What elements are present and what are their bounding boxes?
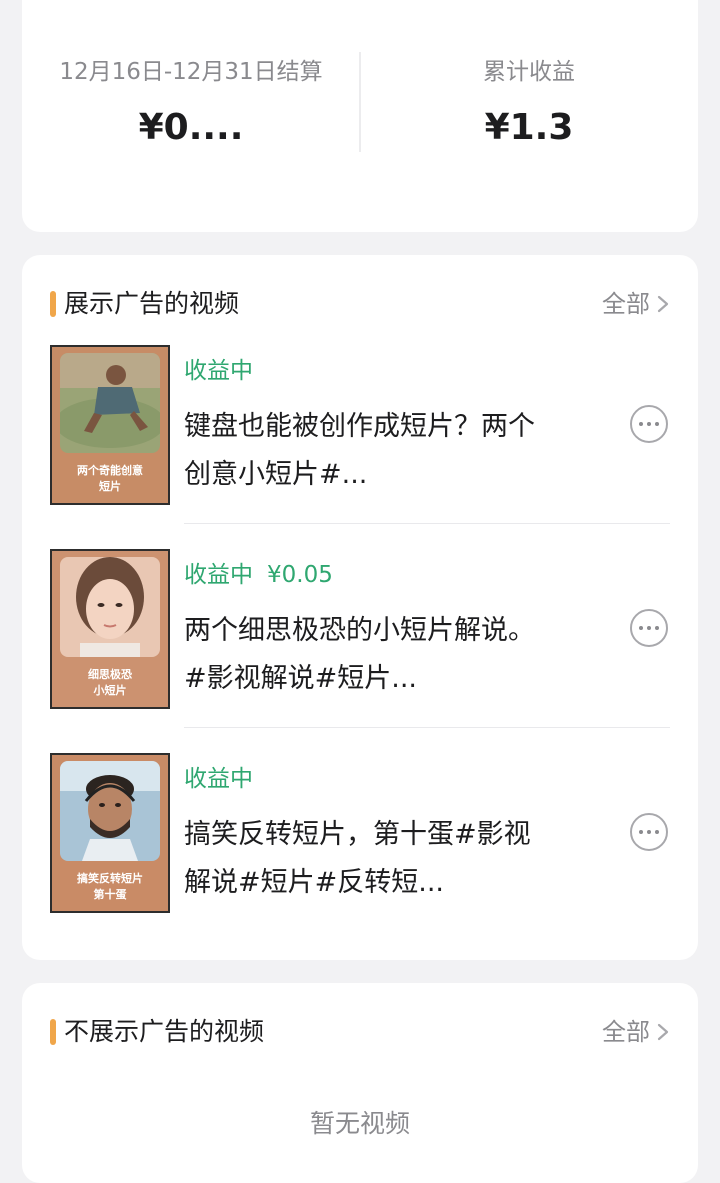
section-accent-bar [50,1019,56,1045]
item-divider [184,523,670,524]
total-label: 累计收益 [483,59,575,85]
more-options-button[interactable] [630,405,668,443]
video-list-item[interactable]: 细思极恐 小短片 收益中 ¥0.05 两个细思极恐的小短片解说。#影视解说#短片..… [22,549,698,753]
total-value: ¥1.3 [484,107,574,148]
more-dot [639,626,643,630]
thumbnail-caption: 两个奇能创意 短片 [77,464,143,493]
more-dot [647,626,651,630]
video-list-item[interactable]: 搞笑反转短片 第十蛋 收益中 搞笑反转短片，第十蛋#影视解说#短片#反转短... [22,753,698,957]
chevron-right-icon [657,1023,669,1041]
video-thumbnail[interactable]: 细思极恐 小短片 [50,549,170,709]
status-label: 收益中 [184,766,253,792]
more-dot [647,830,651,834]
more-dot [655,626,659,630]
view-all-label: 全部 [602,1018,650,1046]
section-accent-bar [50,291,56,317]
thumbnail-photo [60,557,160,657]
empty-state-text: 暂无视频 [309,1109,410,1138]
video-thumbnail[interactable]: 两个奇能创意 短片 [50,345,170,505]
status-label: 收益中 [184,358,253,384]
no-ad-videos-card: 不展示广告的视频 全部 [22,983,698,1183]
video-title[interactable]: 搞笑反转短片，第十蛋#影视解说#短片#反转短... [184,811,544,907]
more-options-button[interactable] [630,609,668,647]
item-divider [184,727,670,728]
total-earnings-stat[interactable]: 累计收益 ¥1.3 [360,56,698,150]
more-dot [655,422,659,426]
status-label: 收益中 [184,562,253,588]
thumbnail-caption: 细思极恐 小短片 [88,668,132,697]
more-dot [647,422,651,426]
video-title[interactable]: 两个细思极恐的小短片解说。#影视解说#短片... [184,607,544,703]
video-list-item[interactable]: 两个奇能创意 短片 收益中 键盘也能被创作成短片？两个创意小短片#... [22,345,698,549]
noad-view-all-button[interactable]: 全部 [602,1013,670,1051]
thumbnail-caption: 搞笑反转短片 第十蛋 [77,872,143,901]
status-amount: ¥0.05 [267,562,333,588]
video-title[interactable]: 键盘也能被创作成短片？两个创意小短片#... [184,403,544,499]
earnings-summary-card: 12月16日-12月31日结算 ¥0.... 累计收益 ¥1.3 [22,0,698,232]
more-dot [639,830,643,834]
earning-status: 收益中 ¥0.05 [184,559,333,591]
ad-videos-card: 展示广告的视频 全部 两个奇能创意 短片 收益中 键盘也能被创作成短片？两个创意… [22,255,698,960]
thumbnail-photo [60,353,160,453]
more-options-button[interactable] [630,813,668,851]
thumbnail-photo [60,761,160,861]
earning-status: 收益中 [184,763,267,795]
period-label: 12月16日-12月31日结算 [59,59,323,85]
period-settlement-stat[interactable]: 12月16日-12月31日结算 ¥0.... [22,56,360,150]
ad-view-all-button[interactable]: 全部 [602,285,670,323]
noad-section-header: 不展示广告的视频 全部 [22,1013,698,1053]
ad-section-title: 展示广告的视频 [64,289,240,318]
more-dot [639,422,643,426]
noad-section-title: 不展示广告的视频 [64,1017,265,1046]
earning-status: 收益中 [184,355,267,387]
period-value: ¥0.... [138,107,244,148]
view-all-label: 全部 [602,290,650,318]
video-thumbnail[interactable]: 搞笑反转短片 第十蛋 [50,753,170,913]
chevron-right-icon [657,295,669,313]
more-dot [655,830,659,834]
ad-section-header: 展示广告的视频 全部 [22,285,698,325]
